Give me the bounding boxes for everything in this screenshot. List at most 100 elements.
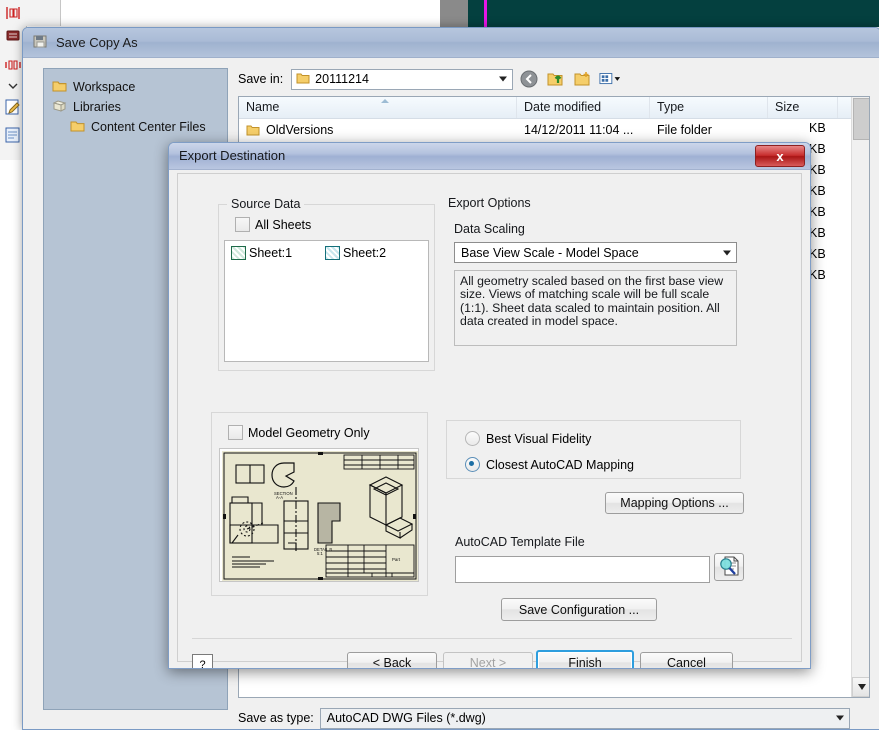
file-list-scrollbar[interactable] xyxy=(851,97,869,697)
views-button[interactable] xyxy=(599,68,621,90)
source-data-legend: Source Data xyxy=(227,197,305,211)
save-as-type-combobox[interactable]: AutoCAD DWG Files (*.dwg) xyxy=(319,707,850,729)
flip-icon[interactable] xyxy=(4,28,22,46)
folder-icon xyxy=(296,72,310,87)
svg-text:Part: Part xyxy=(392,557,401,562)
size-unit-label: KB xyxy=(809,121,826,135)
next-button: Next > xyxy=(443,652,533,668)
sheet-icon xyxy=(325,246,340,260)
svg-text:A-A: A-A xyxy=(276,495,283,500)
sheet-label: Sheet:1 xyxy=(249,246,293,260)
new-sheet-icon[interactable] xyxy=(4,126,22,144)
save-as-type-value: AutoCAD DWG Files (*.dwg) xyxy=(326,711,486,725)
toolbar-secondary-strip xyxy=(26,0,61,26)
place-label: Workspace xyxy=(73,80,136,94)
file-type-cell: File folder xyxy=(657,122,712,137)
size-unit-label: KB xyxy=(809,226,826,240)
place-item-content-center-files[interactable]: Content Center Files xyxy=(44,117,227,137)
save-in-value: 20111214 xyxy=(315,72,369,86)
export-destination-dialog: Export Destination x Source Data All She… xyxy=(168,142,811,669)
file-date-cell: 14/12/2011 11:04 ... xyxy=(524,122,634,137)
back-button[interactable]: < Back xyxy=(347,652,437,668)
mapping-options-button[interactable]: Mapping Options ... xyxy=(605,492,744,514)
sheet-label: Sheet:2 xyxy=(343,246,387,260)
column-header-date-modified[interactable]: Date modified xyxy=(517,97,650,118)
radio-label: Best Visual Fidelity xyxy=(486,431,592,446)
sort-ascending-icon xyxy=(381,99,389,103)
chevron-down-icon[interactable] xyxy=(499,76,508,82)
cancel-button[interactable]: Cancel xyxy=(640,652,733,668)
finish-button[interactable]: Finish xyxy=(536,650,634,668)
mirror-icon[interactable] xyxy=(4,4,22,22)
pattern-icon[interactable] xyxy=(4,56,22,74)
autocad-template-file-input[interactable] xyxy=(455,556,710,583)
size-unit-label: KB xyxy=(809,205,826,219)
size-unit-label: KB xyxy=(809,184,826,198)
all-sheets-checkbox[interactable]: All Sheets xyxy=(235,217,311,232)
file-list-header: Name Date modified Type Size xyxy=(239,97,869,119)
folder-icon xyxy=(246,124,260,136)
save-copy-as-titlebar[interactable]: Save Copy As xyxy=(23,28,879,58)
export-dialog-titlebar[interactable]: Export Destination x xyxy=(169,143,810,170)
save-in-label: Save in: xyxy=(238,72,284,86)
place-item-workspace[interactable]: Workspace xyxy=(44,77,227,97)
save-configuration-button[interactable]: Save Configuration ... xyxy=(501,598,657,621)
list-item[interactable]: Sheet:1 xyxy=(231,246,292,260)
chevron-down-icon[interactable] xyxy=(723,250,731,255)
obscured-size-column: KB KB KB KB KB KB KB KB xyxy=(809,118,837,286)
drawing-preview-thumbnail: SECTION A-A DETAIL B 5:1 Part xyxy=(219,448,419,582)
radio-icon xyxy=(465,431,480,446)
size-unit-label: KB xyxy=(809,163,826,177)
sheet-list[interactable]: Sheet:1 Sheet:2 xyxy=(224,240,429,362)
data-scaling-description: All geometry scaled based on the first b… xyxy=(454,270,737,346)
autocad-template-file-label: AutoCAD Template File xyxy=(455,535,585,549)
save-in-row: Save in: 20111214 xyxy=(238,66,874,92)
data-scaling-value: Base View Scale - Model Space xyxy=(461,245,639,260)
place-label: Libraries xyxy=(73,100,121,114)
all-sheets-label: All Sheets xyxy=(255,217,312,232)
column-header-type[interactable]: Type xyxy=(650,97,768,118)
canvas-gray-gap xyxy=(440,0,468,27)
list-item[interactable]: Sheet:2 xyxy=(325,246,386,260)
file-name-cell: OldVersions xyxy=(239,123,517,137)
model-geometry-only-checkbox[interactable]: Model Geometry Only xyxy=(228,425,370,440)
size-unit-label: KB xyxy=(809,268,826,282)
chevron-down-icon[interactable] xyxy=(836,715,844,721)
sheet-icon xyxy=(231,246,246,260)
radio-label: Closest AutoCAD Mapping xyxy=(486,457,634,472)
export-dialog-title: Export Destination xyxy=(179,148,286,163)
export-options-label: Export Options xyxy=(448,196,531,210)
radio-closest-autocad-mapping[interactable]: Closest AutoCAD Mapping xyxy=(465,457,634,472)
dropdown-icon[interactable] xyxy=(4,80,22,98)
scroll-down-button[interactable] xyxy=(852,677,869,697)
data-scaling-label: Data Scaling xyxy=(454,222,525,236)
fidelity-group: Best Visual Fidelity Closest AutoCAD Map… xyxy=(446,420,741,479)
sketch-edit-icon[interactable] xyxy=(4,98,22,116)
new-folder-button[interactable] xyxy=(572,68,594,90)
model-geometry-only-label: Model Geometry Only xyxy=(248,425,370,440)
save-copy-as-title: Save Copy As xyxy=(56,35,138,50)
table-row[interactable]: OldVersions 14/12/2011 11:04 ... File fo… xyxy=(239,119,869,140)
question-mark-icon: ? xyxy=(199,658,206,669)
export-dialog-body: Source Data All Sheets Sheet:1 Sheet:2 M… xyxy=(177,173,802,668)
column-header-size[interactable]: Size xyxy=(768,97,838,118)
magnifier-document-icon xyxy=(718,555,740,580)
svg-text:5:1: 5:1 xyxy=(317,551,323,556)
data-scaling-combobox[interactable]: Base View Scale - Model Space xyxy=(454,242,737,263)
back-button[interactable] xyxy=(518,68,540,90)
save-in-combobox[interactable]: 20111214 xyxy=(291,68,514,90)
place-label: Content Center Files xyxy=(91,120,206,134)
size-unit-label: KB xyxy=(809,142,826,156)
close-icon[interactable]: x xyxy=(755,145,805,167)
radio-icon-selected xyxy=(465,457,480,472)
place-item-libraries[interactable]: Libraries xyxy=(44,97,227,117)
scrollbar-thumb[interactable] xyxy=(853,98,869,140)
help-button[interactable]: ? xyxy=(192,654,213,669)
radio-best-visual-fidelity[interactable]: Best Visual Fidelity xyxy=(465,431,591,446)
drawing-canvas-background xyxy=(468,0,879,27)
libraries-icon xyxy=(52,99,67,115)
up-one-level-button[interactable] xyxy=(545,68,567,90)
save-as-type-row: Save as type: AutoCAD DWG Files (*.dwg) xyxy=(238,706,850,729)
browse-template-button[interactable] xyxy=(714,553,744,581)
column-header-name[interactable]: Name xyxy=(239,97,517,118)
